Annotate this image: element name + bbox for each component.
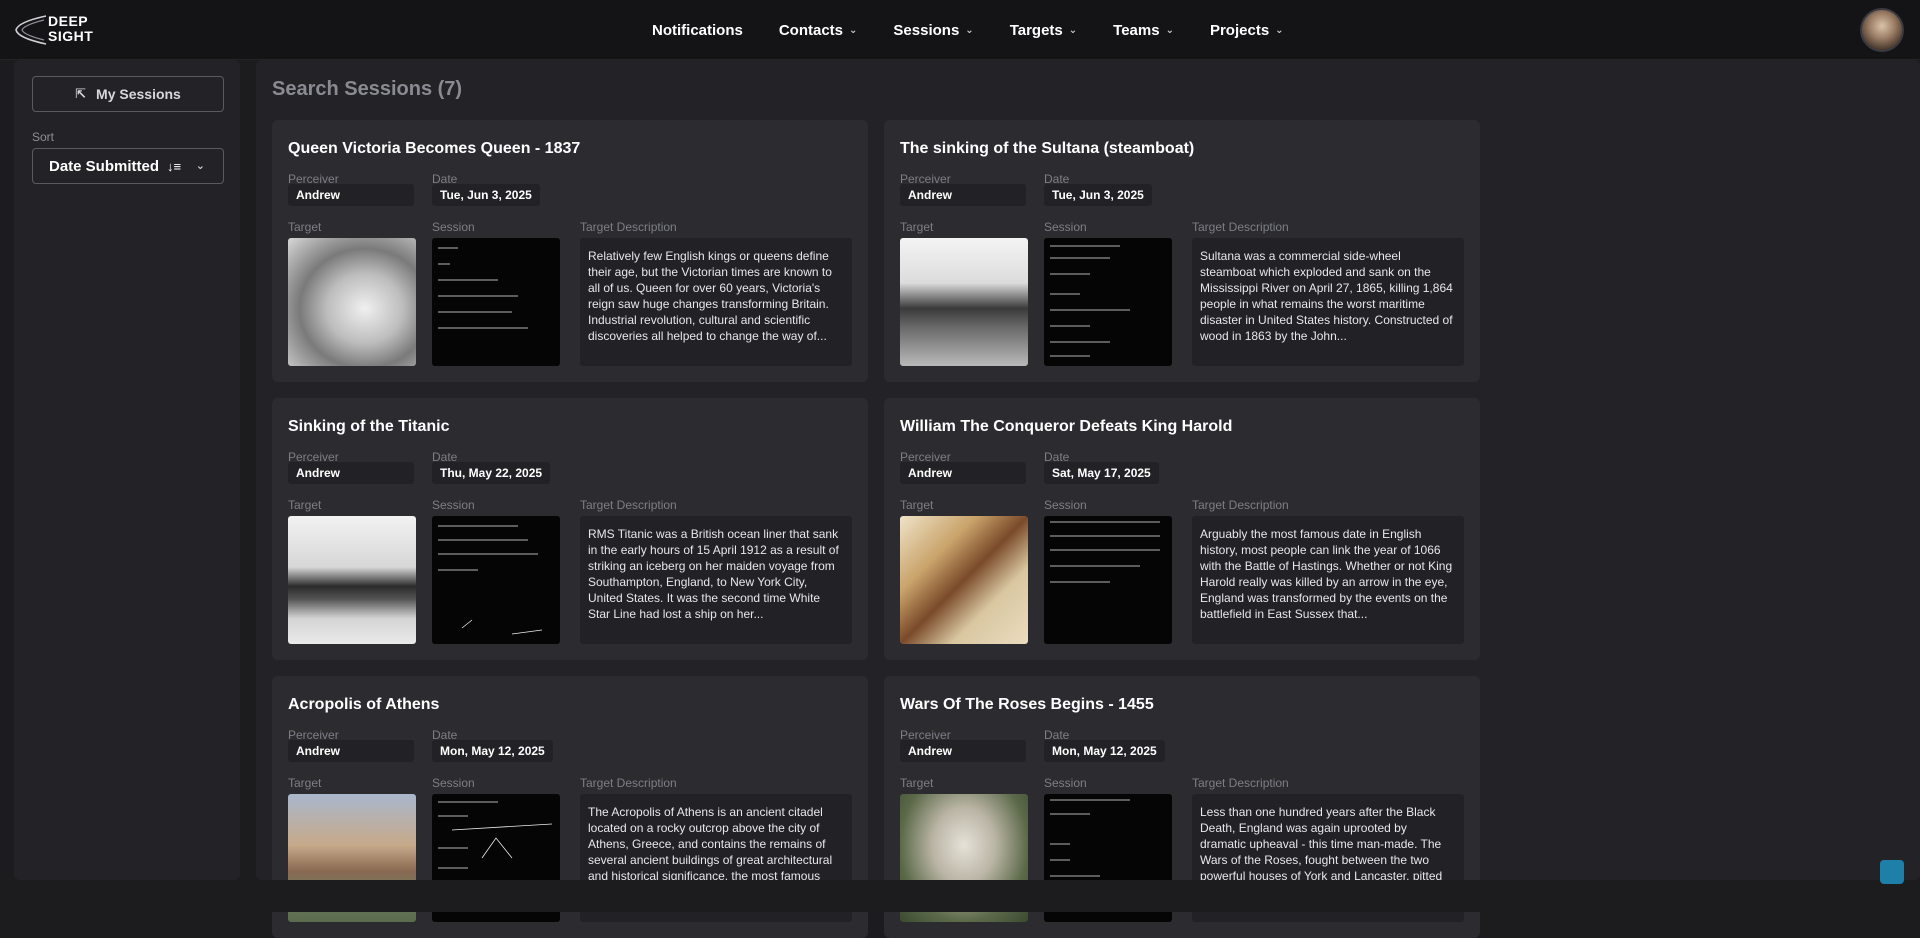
chevron-down-icon: ⌄	[1275, 24, 1284, 36]
date-value: Sat, May 17, 2025	[1044, 462, 1159, 484]
target-description-label: Target Description	[1192, 498, 1289, 512]
sort-descending-icon: ↓≡	[167, 158, 182, 174]
nav-contacts[interactable]: Contacts ⌄	[779, 22, 858, 39]
chevron-down-icon: ⌄	[1165, 24, 1174, 36]
date-value: Tue, Jun 3, 2025	[1044, 184, 1152, 206]
nav-targets-label: Targets	[1009, 21, 1063, 39]
perceiver-value: Andrew	[900, 740, 1026, 762]
arc-logo-icon	[15, 15, 47, 45]
target-label: Target	[900, 776, 934, 790]
date-value: Mon, May 12, 2025	[432, 740, 553, 762]
target-description: Relatively few English kings or queens d…	[580, 238, 852, 366]
sort-select[interactable]: Date Submitted ↓≡ ⌄	[32, 148, 224, 184]
target-description: Sultana was a commercial side-wheel stea…	[1192, 238, 1464, 366]
perceiver-value: Andrew	[900, 462, 1026, 484]
brand-line-2: SIGHT	[48, 28, 94, 44]
perceiver-value: Andrew	[288, 184, 414, 206]
target-label: Target	[900, 220, 934, 234]
target-label: Target	[900, 498, 934, 512]
user-avatar[interactable]	[1860, 8, 1904, 52]
date-value: Tue, Jun 3, 2025	[432, 184, 540, 206]
target-label: Target	[288, 220, 322, 234]
brand-name: DEEP SIGHT	[48, 14, 93, 44]
page-title: Search Sessions (7)	[272, 78, 463, 100]
nav-sessions-label: Sessions	[893, 21, 960, 39]
nav-projects[interactable]: Projects ⌄	[1210, 22, 1284, 39]
target-label: Target	[288, 776, 322, 790]
sort-label: Sort	[32, 130, 55, 144]
brand-line-1: DEEP	[48, 13, 89, 29]
session-sketch[interactable]	[432, 238, 560, 366]
nav-sessions[interactable]: Sessions ⌄	[893, 22, 973, 39]
session-label: Session	[432, 776, 475, 790]
perceiver-value: Andrew	[288, 740, 414, 762]
target-image[interactable]	[900, 516, 1028, 644]
nav-projects-label: Projects	[1209, 21, 1270, 39]
session-title[interactable]: Sinking of the Titanic	[288, 418, 450, 436]
sort-value: Date Submitted	[49, 157, 160, 175]
chevron-down-icon: ⌄	[849, 24, 858, 36]
nav-notifications-label: Notifications	[652, 21, 743, 39]
target-label: Target	[288, 498, 322, 512]
session-label: Session	[432, 498, 475, 512]
session-sketch[interactable]	[1044, 238, 1172, 366]
session-card[interactable]: Queen Victoria Becomes Queen - 1837 Perc…	[272, 120, 868, 382]
session-card[interactable]: Sinking of the Titanic Perceiver Andrew …	[272, 398, 868, 660]
session-sketch[interactable]	[432, 516, 560, 644]
session-card[interactable]: William The Conqueror Defeats King Harol…	[884, 398, 1480, 660]
target-image[interactable]	[900, 238, 1028, 366]
chevron-down-icon: ⌄	[965, 24, 974, 36]
chat-widget-icon[interactable]	[1880, 860, 1904, 884]
target-image[interactable]	[288, 516, 416, 644]
my-sessions-label: My Sessions	[96, 86, 181, 102]
nav-teams-label: Teams	[1113, 21, 1160, 39]
nav-targets[interactable]: Targets ⌄	[1010, 22, 1077, 39]
chevron-down-icon: ⌄	[1068, 24, 1078, 36]
session-title[interactable]: William The Conqueror Defeats King Harol…	[900, 418, 1232, 436]
session-title[interactable]: Wars Of The Roses Begins - 1455	[900, 696, 1154, 714]
session-title[interactable]: The sinking of the Sultana (steamboat)	[900, 140, 1194, 158]
perceiver-value: Andrew	[288, 462, 414, 484]
chevron-down-icon: ⌄	[195, 160, 205, 172]
nav-contacts-label: Contacts	[778, 21, 844, 39]
session-label: Session	[1044, 498, 1087, 512]
target-description-label: Target Description	[580, 776, 677, 790]
deep-sight-logo[interactable]: DEEP SIGHT	[14, 12, 124, 48]
session-label: Session	[432, 220, 475, 234]
page-bottom	[0, 880, 1920, 912]
top-navigation-bar: DEEP SIGHT Notifications Contacts ⌄ Sess…	[0, 0, 1920, 60]
my-sessions-button[interactable]: ⇱ My Sessions	[32, 76, 224, 112]
main-nav: Notifications Contacts ⌄ Sessions ⌄ Targ…	[652, 0, 1320, 60]
target-description-label: Target Description	[580, 498, 677, 512]
nav-teams[interactable]: Teams ⌄	[1113, 22, 1174, 39]
date-value: Mon, May 12, 2025	[1044, 740, 1165, 762]
target-description: Arguably the most famous date in English…	[1192, 516, 1464, 644]
session-sketch[interactable]	[1044, 516, 1172, 644]
date-value: Thu, May 22, 2025	[432, 462, 551, 484]
target-description: RMS Titanic was a British ocean liner th…	[580, 516, 852, 644]
arrow-up-left-icon: ⇱	[75, 86, 87, 101]
target-description-label: Target Description	[580, 220, 677, 234]
session-card[interactable]: The sinking of the Sultana (steamboat) P…	[884, 120, 1480, 382]
session-title[interactable]: Acropolis of Athens	[288, 696, 439, 714]
perceiver-value: Andrew	[900, 184, 1026, 206]
session-title[interactable]: Queen Victoria Becomes Queen - 1837	[288, 140, 580, 158]
target-description-label: Target Description	[1192, 776, 1289, 790]
session-label: Session	[1044, 776, 1087, 790]
nav-notifications[interactable]: Notifications	[652, 22, 743, 39]
target-description-label: Target Description	[1192, 220, 1289, 234]
main-content: Search Sessions (7) Queen Victoria Becom…	[256, 60, 1920, 938]
session-label: Session	[1044, 220, 1087, 234]
target-image[interactable]	[288, 238, 416, 366]
sidebar: ⇱ My Sessions Sort Date Submitted ↓≡ ⌄	[14, 60, 240, 880]
